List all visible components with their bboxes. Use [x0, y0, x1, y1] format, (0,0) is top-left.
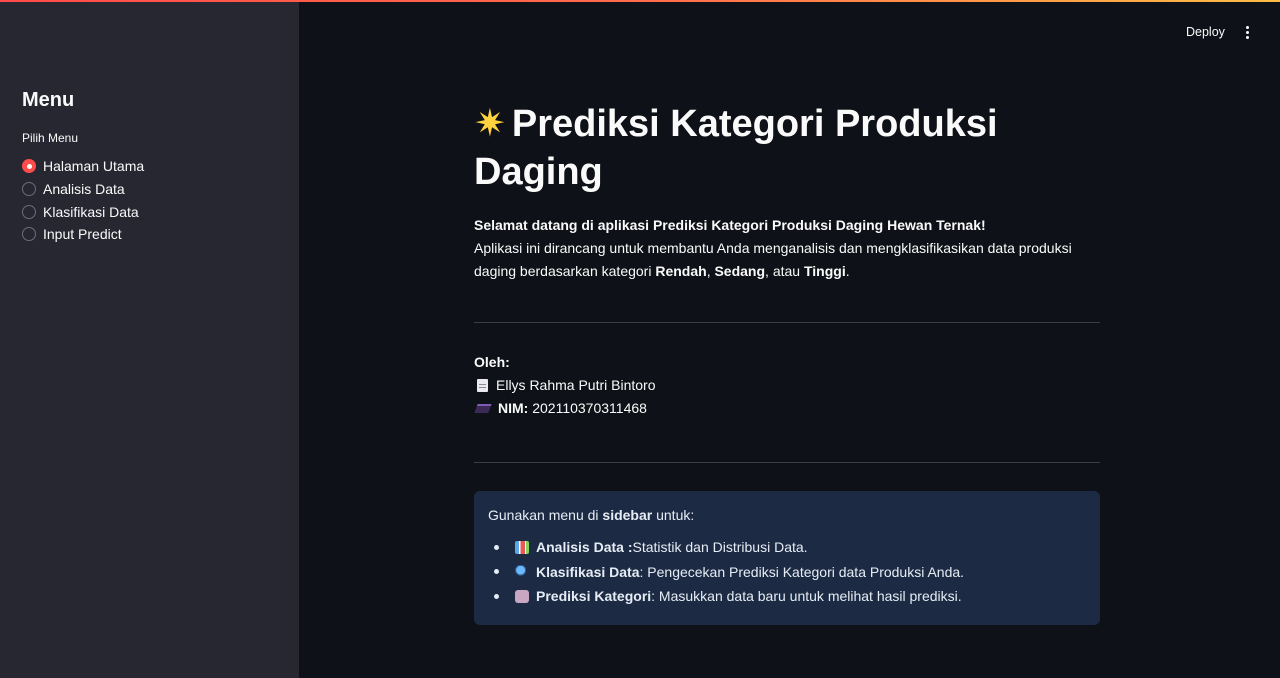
radio-unselected-icon[interactable] [22, 182, 36, 197]
list-item-title: Klasifikasi Data [536, 563, 640, 580]
main-content: ✷ Prediksi Kategori Produksi Daging Selam… [474, 100, 1100, 283]
list-item-desc: : Masukkan data baru untuk melihat hasil… [651, 588, 962, 605]
info-intro-bold: sidebar [602, 507, 653, 523]
divider [474, 462, 1100, 463]
author-row: Ellys Rahma Putri Bintoro [474, 374, 656, 397]
info-intro: Gunakan menu di sidebar untuk: [488, 507, 1086, 523]
page-title: ✷ Prediksi Kategori Produksi Daging [474, 100, 1100, 196]
nim-label: NIM: [498, 400, 529, 416]
list-item: Prediksi Kategori: Masukkan data baru un… [488, 584, 1086, 609]
intro-text: Selamat datang di aplikasi Prediksi Kate… [474, 214, 1100, 283]
info-box: Gunakan menu di sidebar untuk: Analisis … [474, 491, 1100, 625]
menu-radio-group: Halaman Utama Analisis Data Klasifikasi … [22, 155, 144, 246]
list-item-title: Analisis Data : [536, 539, 633, 556]
welcome-text: Selamat datang di aplikasi Prediksi Kate… [474, 217, 986, 233]
graduation-cap-icon [474, 404, 492, 413]
bullet-icon [494, 593, 499, 599]
category-high: Tinggi [803, 263, 846, 279]
nim-row: NIM: 202110370311468 [474, 397, 656, 420]
top-decoration-bar [0, 0, 1280, 2]
divider [474, 322, 1100, 323]
sidebar: Menu Pilih Menu Halaman Utama Analisis D… [0, 0, 299, 678]
title-line-1: Prediksi Kategori Produksi [511, 103, 998, 145]
list-item-desc: : Pengecekan Prediksi Kategori data Prod… [639, 563, 965, 580]
separator: , atau [765, 263, 804, 279]
radio-group-label: Pilih Menu [22, 131, 79, 145]
bar-chart-icon [515, 540, 529, 554]
title-line-2: Daging [474, 151, 603, 193]
star-icon: ✷ [474, 103, 506, 145]
category-low: Rendah [655, 263, 707, 279]
author-name: Ellys Rahma Putri Bintoro [496, 377, 656, 393]
kebab-menu-icon[interactable] [1237, 21, 1257, 43]
radio-selected-icon[interactable] [22, 159, 36, 174]
author-section: Oleh: Ellys Rahma Putri Bintoro NIM: 202… [474, 351, 656, 420]
list-item: Klasifikasi Data: Pengecekan Prediksi Ka… [488, 560, 1086, 585]
nim-value: 202110370311468 [532, 400, 647, 416]
radio-unselected-icon[interactable] [22, 227, 36, 242]
list-item-desc: Statistik dan Distribusi Data. [632, 539, 808, 556]
list-item: Analisis Data : Statistik dan Distribusi… [488, 535, 1086, 560]
bullet-icon [494, 569, 499, 575]
radio-option-label: Halaman Utama [43, 158, 145, 175]
info-intro-suffix: untuk: [652, 507, 695, 523]
bullet-icon [494, 544, 499, 550]
info-list: Analisis Data : Statistik dan Distribusi… [488, 535, 1086, 609]
document-icon [477, 379, 488, 392]
info-intro-prefix: Gunakan menu di [488, 507, 603, 523]
deploy-button[interactable]: Deploy [1174, 21, 1237, 43]
radio-option-label: Klasifikasi Data [43, 203, 139, 220]
description-text: Aplikasi ini dirancang untuk membantu An… [474, 237, 1100, 283]
radio-option-klasifikasi-data[interactable]: Klasifikasi Data [22, 200, 144, 223]
category-medium: Sedang [714, 263, 766, 279]
separator: . [845, 263, 850, 279]
radio-unselected-icon[interactable] [22, 204, 36, 219]
magnifier-icon [515, 565, 529, 579]
radio-option-label: Input Predict [43, 226, 122, 243]
radio-option-label: Analisis Data [43, 181, 125, 198]
author-label: Oleh: [474, 354, 510, 370]
radio-option-analisis-data[interactable]: Analisis Data [22, 178, 144, 201]
list-item-title: Prediksi Kategori [536, 588, 652, 605]
radio-option-input-predict[interactable]: Input Predict [22, 223, 144, 246]
sidebar-title: Menu [22, 89, 75, 111]
robot-icon [515, 589, 529, 603]
radio-option-halaman-utama[interactable]: Halaman Utama [22, 155, 144, 178]
